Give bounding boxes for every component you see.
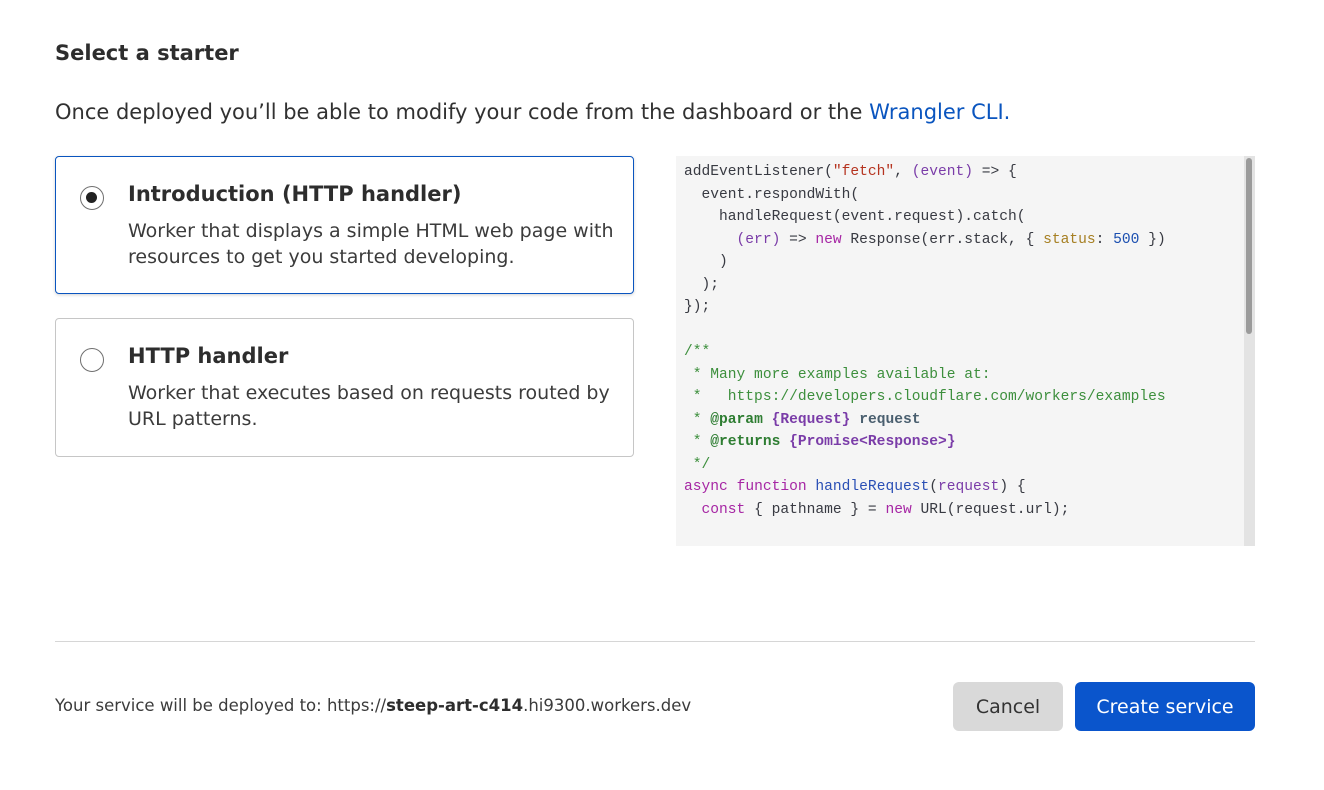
intro-text: Once deployed you’ll be able to modify y… [55, 100, 1010, 124]
starter-description: Worker that executes based on requests r… [128, 382, 610, 430]
code-token: => [780, 231, 816, 248]
code-token: event.respondWith( [684, 186, 860, 203]
code-line: */ [684, 454, 1166, 477]
code-token: function [736, 479, 807, 495]
code-token: ); [684, 276, 720, 293]
code-token: @returns [710, 434, 781, 450]
code-scrollbar[interactable] [1244, 156, 1255, 546]
code-token: handleRequest(event.request).catch( [684, 209, 1026, 225]
radio-button-introduction[interactable] [80, 186, 104, 210]
code-token: addEventListener( [684, 164, 833, 180]
code-token: const [701, 501, 746, 518]
deploy-suffix: .hi9300.workers.dev [523, 696, 692, 715]
code-line: }); [684, 296, 1166, 319]
footer-divider [55, 641, 1255, 642]
code-token: * [684, 434, 711, 450]
code-line: /** [684, 341, 1166, 364]
code-token: => { [973, 164, 1017, 180]
page-title: Select a starter [55, 41, 239, 65]
code-token: { pathname } = [745, 501, 886, 518]
radio-selected-dot [86, 192, 97, 203]
code-line: (err) => new Response(err.stack, { statu… [684, 229, 1166, 252]
code-block: addEventListener("fetch", (event) => { e… [684, 161, 1166, 521]
code-token: ) { [999, 479, 1026, 495]
code-token: * Many more examples available at: [684, 366, 991, 383]
code-line: ); [684, 274, 1166, 297]
code-line: * @param {Request} request [684, 409, 1166, 432]
code-token: (err) [736, 231, 781, 248]
starter-title: HTTP handler [128, 344, 289, 368]
code-token: async [684, 479, 728, 495]
code-token: */ [684, 456, 711, 473]
code-token: (event) [911, 164, 974, 180]
code-token: ( [929, 479, 939, 495]
code-token: , [894, 164, 912, 180]
radio-button-http-handler[interactable] [80, 348, 104, 372]
code-line: const { pathname } = new URL(request.url… [684, 499, 1166, 522]
starter-option-introduction[interactable]: Introduction (HTTP handler) Worker that … [55, 156, 634, 294]
code-token: {Promise<Response>} [789, 434, 956, 450]
code-line: * @returns {Promise<Response>} [684, 431, 1166, 454]
code-line: addEventListener("fetch", (event) => { [684, 161, 1166, 184]
starter-option-http-handler[interactable]: HTTP handler Worker that executes based … [55, 318, 634, 457]
code-token: "fetch" [832, 164, 895, 180]
code-token: * https://developers.cloudflare.com/work… [684, 389, 1166, 405]
code-token: request [938, 479, 1000, 495]
wrangler-cli-link[interactable]: Wrangler CLI. [869, 100, 1010, 124]
code-token: : [1095, 231, 1114, 248]
code-token: }) [1139, 231, 1166, 248]
code-token: Response(err.stack, { [841, 231, 1044, 248]
code-token: @param [710, 411, 763, 428]
code-token: status [1043, 231, 1096, 248]
code-token: URL(request.url); [911, 501, 1070, 518]
deploy-subdomain: steep-art-c414 [386, 696, 524, 715]
code-line: async function handleRequest(request) { [684, 476, 1166, 499]
code-token: new [885, 501, 912, 518]
deploy-url-text: Your service will be deployed to: https:… [55, 696, 691, 715]
code-line: * https://developers.cloudflare.com/work… [684, 386, 1166, 409]
code-token: {Request} [771, 411, 851, 428]
code-token: new [815, 231, 842, 248]
intro-message: Once deployed you’ll be able to modify y… [55, 100, 870, 124]
code-token: ) [684, 254, 728, 270]
code-line: * Many more examples available at: [684, 364, 1166, 387]
code-preview[interactable]: addEventListener("fetch", (event) => { e… [676, 156, 1255, 546]
deploy-prefix: Your service will be deployed to: https:… [55, 696, 387, 715]
code-line: ) [684, 251, 1166, 274]
code-line: event.respondWith( [684, 184, 1166, 207]
code-token: handleRequest [815, 479, 930, 495]
code-line: handleRequest(event.request).catch( [684, 206, 1166, 229]
cancel-button[interactable]: Cancel [953, 682, 1063, 731]
code-token: }); [684, 299, 711, 315]
code-token: * [684, 411, 711, 428]
code-token: /** [684, 344, 711, 360]
create-service-button[interactable]: Create service [1075, 682, 1255, 731]
starter-title: Introduction (HTTP handler) [128, 182, 462, 206]
starter-description: Worker that displays a simple HTML web p… [128, 220, 614, 268]
code-token: request [859, 411, 921, 428]
scrollbar-thumb[interactable] [1246, 158, 1252, 334]
code-token: 500 [1113, 231, 1140, 248]
